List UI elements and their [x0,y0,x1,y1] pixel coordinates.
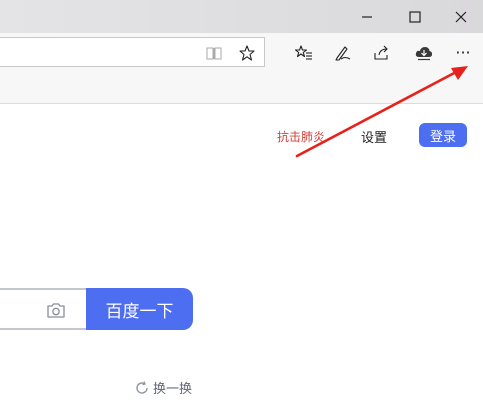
minimize-button[interactable] [344,0,390,33]
share-icon [374,45,388,60]
close-icon [455,11,467,22]
download-cloud-icon [415,46,433,60]
add-favorite-button[interactable] [232,33,262,72]
image-search-button[interactable] [44,298,68,322]
share-button[interactable] [367,33,397,72]
refresh-hot-button[interactable]: 换一换 [135,378,192,397]
search-button[interactable]: 百度一下 [86,288,193,330]
page-content: 抗击肺炎 设置 登录 百度一下 换一换 [0,104,483,405]
favorites-button[interactable] [289,33,319,72]
close-button[interactable] [438,0,483,33]
refresh-label: 换一换 [153,382,193,397]
login-button[interactable]: 登录 [419,123,467,147]
maximize-icon [409,10,421,23]
notes-button[interactable] [328,33,358,72]
minimize-icon [362,15,372,18]
favorites-list-icon [295,44,312,60]
browser-toolbar: ··· [0,33,483,72]
camera-icon [47,302,65,318]
maximize-button[interactable] [392,0,438,33]
settings-link[interactable]: 设置 [361,127,387,146]
favorites-bar [0,72,483,104]
reading-view-button[interactable] [199,33,229,72]
covid-link[interactable]: 抗击肺炎 [277,128,325,145]
pen-icon [335,45,351,61]
more-button[interactable]: ··· [448,33,478,72]
favorite-star-icon [239,44,255,61]
more-icon: ··· [455,43,471,62]
download-button[interactable] [409,33,439,72]
browser-window: ··· 抗击肺炎 设置 登录 百度一下 换一换 [0,0,483,405]
title-bar [0,0,483,33]
reading-view-icon [206,47,222,59]
refresh-icon [136,380,148,394]
